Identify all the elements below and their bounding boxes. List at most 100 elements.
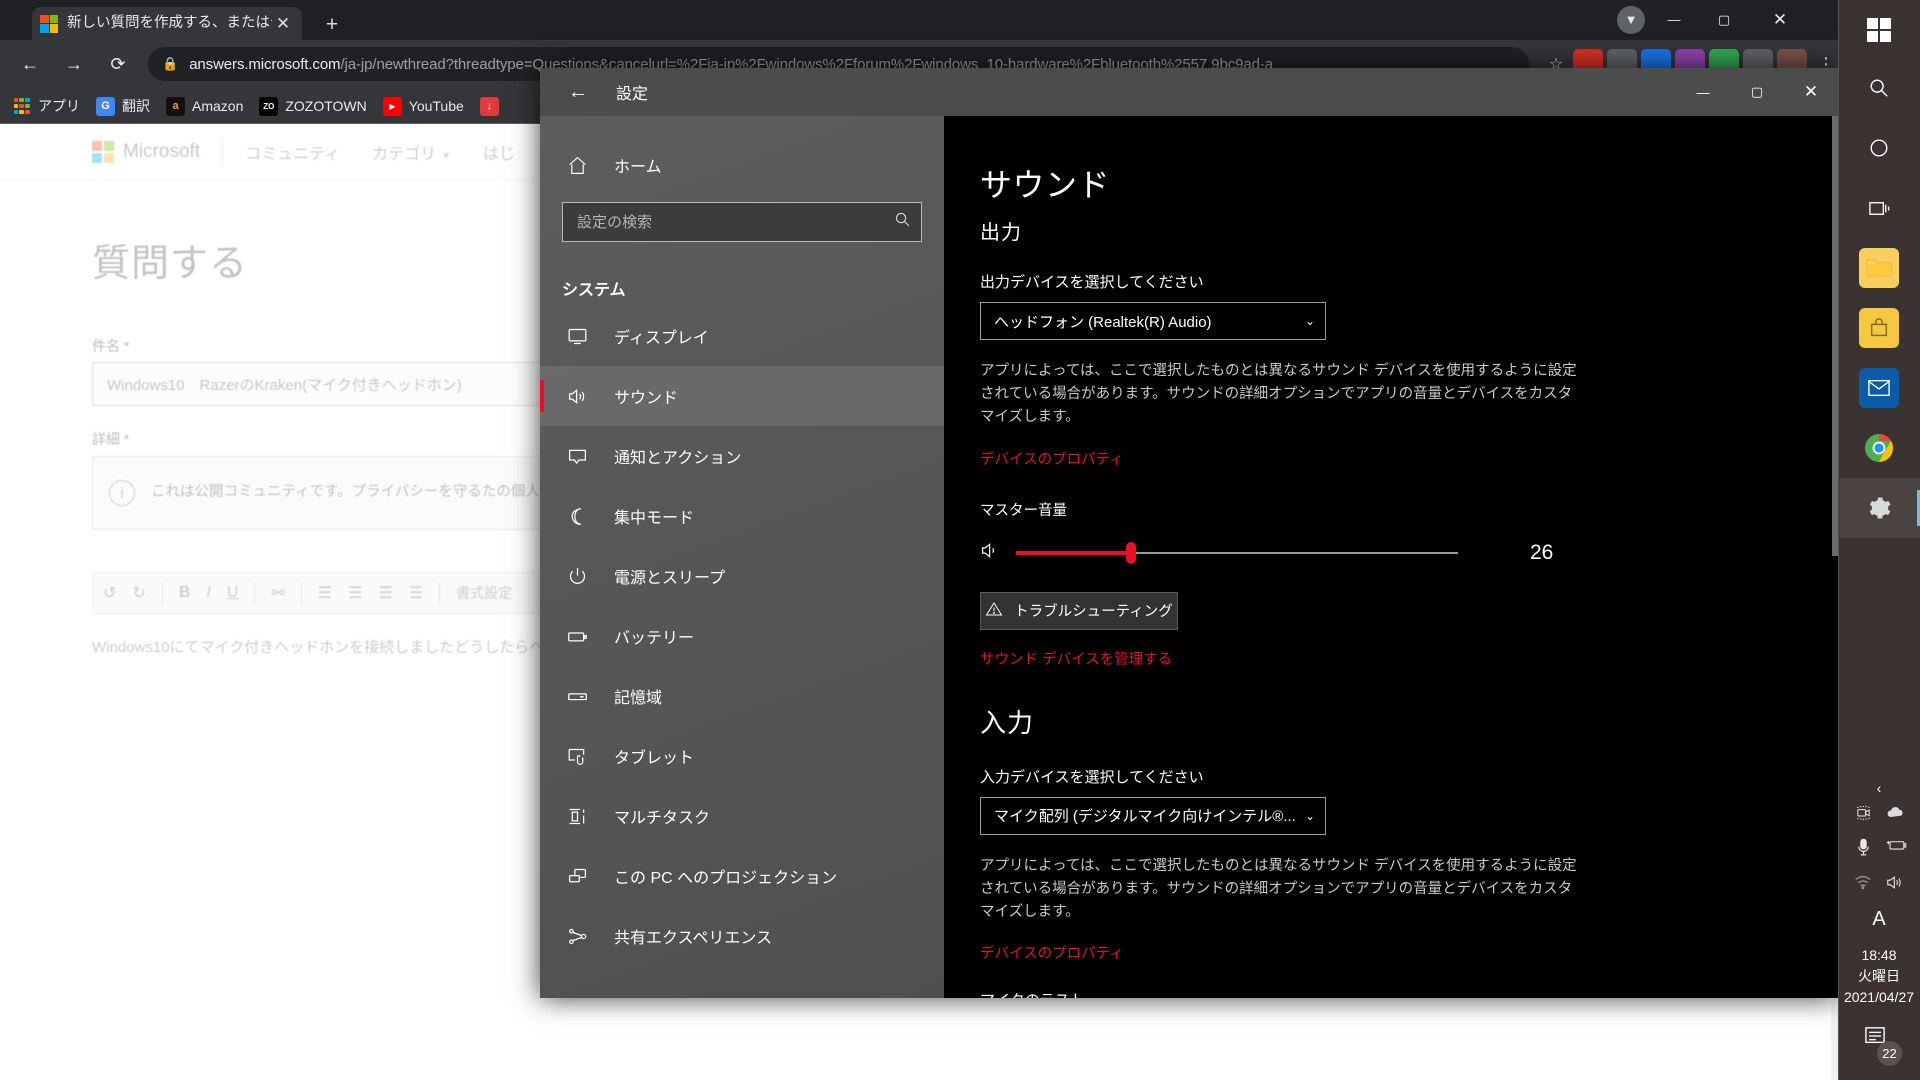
taskbar: ‹ A 18:48 火曜日 2021/04/27 22 [1838, 0, 1920, 1080]
sidebar-item-home[interactable]: ホーム [540, 142, 944, 188]
browser-tab[interactable]: 新しい質問を作成する、またはディスカ ✕ [32, 7, 302, 40]
info-icon: i [109, 480, 135, 506]
link-icon[interactable]: ⚯ [271, 583, 284, 603]
projection-icon [562, 866, 592, 887]
bookmark-download[interactable]: ↓ [479, 96, 506, 116]
align-right-icon[interactable]: ☰ [378, 583, 392, 603]
taskbar-mail-icon[interactable] [1838, 358, 1920, 418]
start-button[interactable] [1838, 2, 1920, 58]
header-divider [222, 136, 224, 167]
taskbar-settings-icon[interactable] [1838, 478, 1920, 538]
browser-maximize-button[interactable]: ▢ [1699, 0, 1749, 40]
settings-maximize-button[interactable]: ▢ [1730, 68, 1784, 116]
moon-icon [562, 506, 592, 527]
bookmark-amazon[interactable]: a Amazon [166, 96, 243, 116]
browser-minimize-button[interactable]: — [1649, 0, 1699, 40]
back-arrow-icon[interactable]: ← [554, 72, 602, 112]
taskbar-search-icon[interactable] [1838, 58, 1920, 118]
clock-date: 2021/04/27 [1843, 989, 1915, 1005]
share-icon [562, 926, 592, 947]
sidebar-item-battery[interactable]: バッテリー [540, 606, 944, 666]
sidebar-item-label: 通知とアクション [614, 450, 742, 467]
page-nav-category[interactable]: カテゴリ ▼ [372, 140, 451, 164]
tray-expand-chevron-icon[interactable]: ‹ [1877, 770, 1882, 804]
slider-thumb[interactable] [1125, 541, 1136, 564]
underline-icon[interactable]: U [227, 584, 239, 602]
taskbar-store-icon[interactable] [1838, 298, 1920, 358]
microphone-icon[interactable] [1854, 838, 1872, 861]
browser-close-button[interactable]: ✕ [1755, 0, 1805, 40]
ime-indicator[interactable]: A [1872, 908, 1885, 931]
close-icon[interactable]: ✕ [272, 15, 294, 32]
page-nav-community[interactable]: コミュニティ [245, 140, 340, 164]
settings-title: 設定 [616, 86, 649, 103]
taskbar-cortana-icon[interactable] [1838, 118, 1920, 178]
taskbar-clock[interactable]: 18:48 火曜日 2021/04/27 [1844, 945, 1914, 1008]
bold-icon[interactable]: B [179, 584, 191, 602]
notification-center-button[interactable]: 22 [1858, 1024, 1902, 1066]
master-volume-label: マスター音量 [980, 502, 1067, 519]
toolbar-divider [300, 582, 302, 604]
bookmark-youtube[interactable]: ▶ YouTube [382, 96, 464, 116]
align-left-icon[interactable]: ☰ [318, 583, 332, 603]
search-input[interactable] [577, 213, 894, 231]
new-tab-button[interactable]: + [318, 11, 346, 39]
settings-minimize-button[interactable]: — [1676, 68, 1730, 116]
sidebar-item-shared-experiences[interactable]: 共有エクスペリエンス [540, 906, 944, 966]
avatar[interactable]: ▼ [1617, 6, 1645, 34]
bookmark-apps[interactable]: アプリ [12, 96, 80, 116]
bookmark-label: アプリ [38, 98, 80, 114]
troubleshoot-button[interactable]: トラブルシューティング [980, 591, 1178, 630]
taskbar-task-view-icon[interactable] [1838, 178, 1920, 238]
input-description: アプリによっては、ここで選択したものとは異なるサウンド デバイスを使用するように… [980, 857, 1577, 920]
format-settings-label[interactable]: 書式設定 [456, 583, 512, 603]
input-device-properties-link[interactable]: デバイスのプロパティ [980, 942, 1124, 963]
redo-icon[interactable]: ↻ [132, 583, 145, 603]
back-button[interactable]: ← [12, 46, 48, 82]
sidebar-item-storage[interactable]: 記憶域 [540, 666, 944, 726]
input-device-value: マイク配列 (デジタルマイク向けインテル®... [994, 808, 1296, 826]
sidebar-item-projecting[interactable]: この PC へのプロジェクション [540, 846, 944, 906]
sidebar-item-label: 集中モード [614, 510, 695, 527]
taskbar-file-explorer-icon[interactable] [1838, 238, 1920, 298]
sidebar-item-focus-assist[interactable]: 集中モード [540, 486, 944, 546]
onedrive-icon[interactable] [1886, 804, 1904, 825]
wifi-icon[interactable] [1854, 874, 1872, 895]
subject-label: 件名 * [92, 338, 130, 354]
reload-button[interactable]: ⟳ [100, 46, 136, 82]
output-device-label: 出力デバイスを選択してください [980, 274, 1204, 291]
output-device-select[interactable]: ヘッドフォン (Realtek(R) Audio) ⌄ [980, 302, 1326, 340]
sidebar-item-notifications[interactable]: 通知とアクション [540, 426, 944, 486]
bookmark-translate[interactable]: G 翻訳 [96, 96, 150, 116]
list-icon[interactable]: ☰ [409, 583, 423, 603]
camera-icon[interactable] [1854, 804, 1872, 825]
volume-icon[interactable] [1886, 874, 1904, 895]
storage-icon [562, 686, 592, 707]
master-volume-slider[interactable] [1016, 541, 1458, 564]
input-device-select[interactable]: マイク配列 (デジタルマイク向けインテル®... ⌄ [980, 796, 1326, 835]
sidebar-item-tablet[interactable]: タブレット [540, 726, 944, 786]
page-brand[interactable]: Microsoft [92, 140, 200, 163]
settings-sidebar: ホーム システム ディスプレイ サウンド 通知とアクション [540, 116, 944, 998]
taskbar-chrome-icon[interactable] [1838, 418, 1920, 478]
bookmark-zozotown[interactable]: ZO ZOZOTOWN [259, 96, 367, 116]
sidebar-item-power-sleep[interactable]: 電源とスリープ [540, 546, 944, 606]
align-center-icon[interactable]: ☰ [348, 583, 362, 603]
undo-icon[interactable]: ↺ [103, 583, 116, 603]
settings-close-button[interactable]: ✕ [1784, 68, 1838, 116]
sidebar-item-multitasking[interactable]: マルチタスク [540, 786, 944, 846]
italic-icon[interactable]: I [206, 584, 210, 602]
page-nav-start[interactable]: はじ [483, 140, 515, 164]
clock-time: 18:48 [1861, 947, 1897, 963]
search-icon[interactable] [894, 211, 911, 233]
manage-sound-devices-link[interactable]: サウンド デバイスを管理する [980, 648, 1172, 669]
sidebar-item-display[interactable]: ディスプレイ [540, 306, 944, 366]
device-properties-link[interactable]: デバイスのプロパティ [980, 448, 1124, 469]
settings-search-box[interactable] [562, 202, 922, 242]
speaker-icon[interactable] [980, 540, 1010, 566]
battery-charging-icon[interactable] [1886, 838, 1907, 861]
sidebar-item-sound[interactable]: サウンド [540, 366, 944, 426]
sidebar-item-label: 電源とスリープ [614, 570, 726, 587]
windows-logo-icon [1867, 18, 1891, 42]
forward-button[interactable]: → [56, 46, 92, 82]
